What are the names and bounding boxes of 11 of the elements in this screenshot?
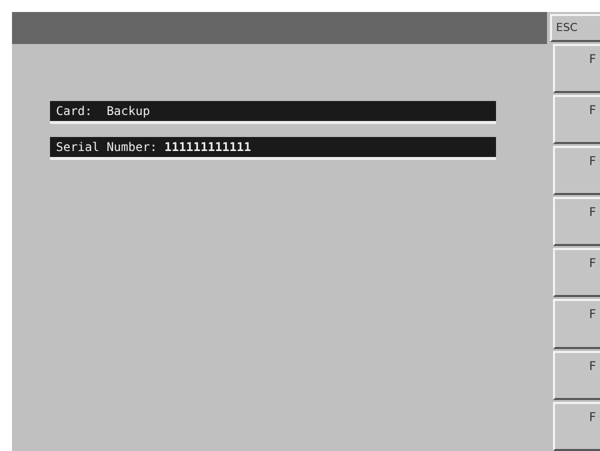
- escape-button[interactable]: ESC: [550, 14, 600, 42]
- function-key-button[interactable]: F: [553, 402, 600, 451]
- function-key-button[interactable]: F: [553, 299, 600, 349]
- function-key-button[interactable]: F: [553, 94, 600, 144]
- function-key-button[interactable]: F: [553, 44, 600, 93]
- function-key-button[interactable]: F: [553, 146, 600, 196]
- info-field: Serial Number: 111111111111: [50, 137, 496, 160]
- function-key-button[interactable]: F: [553, 197, 600, 246]
- function-key-button[interactable]: F: [553, 350, 600, 400]
- info-field: Card: Backup: [50, 101, 496, 124]
- function-key-button[interactable]: F: [553, 248, 600, 298]
